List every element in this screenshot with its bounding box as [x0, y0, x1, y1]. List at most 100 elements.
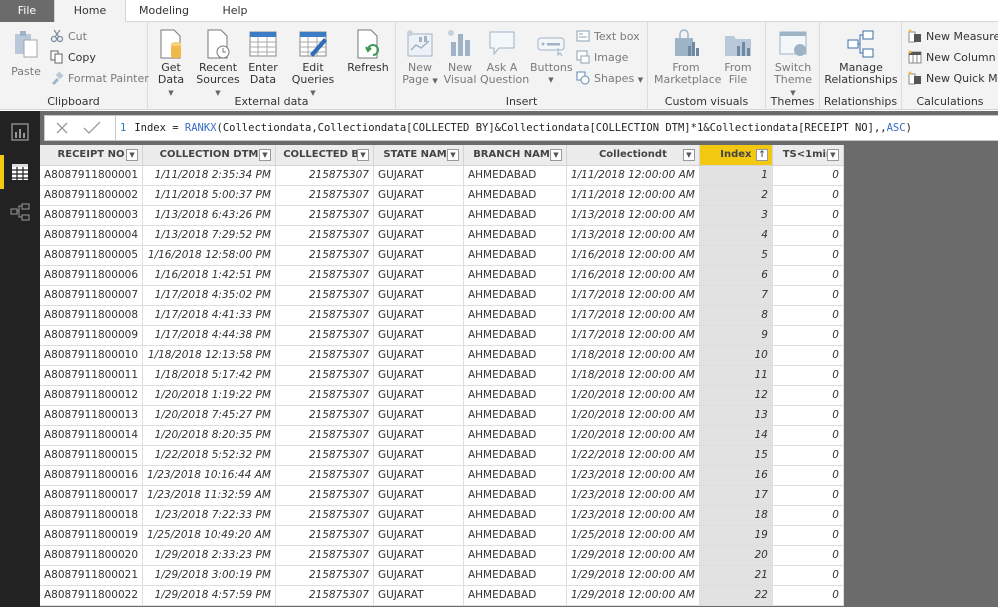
- cell-branch-name[interactable]: AHMEDABAD: [463, 585, 567, 606]
- cell-collectiondt[interactable]: 1/18/2018 12:00:00 AM: [566, 345, 700, 366]
- cell-state-name[interactable]: GUJARAT: [373, 265, 464, 286]
- model-view-button[interactable]: [0, 193, 40, 231]
- cell-ts-lt-1min[interactable]: 0: [772, 385, 844, 406]
- cell-ts-lt-1min[interactable]: 0: [772, 505, 844, 526]
- table-row[interactable]: A8087911800011 1/18/2018 5:17:42 PM 215875…: [40, 365, 844, 386]
- cell-index[interactable]: 6: [699, 265, 773, 286]
- cell-collection-dtm[interactable]: 1/29/2018 4:57:59 PM: [142, 585, 276, 606]
- cell-index[interactable]: 19: [699, 525, 773, 546]
- cell-collected-by[interactable]: 215875307: [275, 465, 374, 486]
- cell-collected-by[interactable]: 215875307: [275, 565, 374, 586]
- cell-collection-dtm[interactable]: 1/20/2018 7:45:27 PM: [142, 405, 276, 426]
- cell-state-name[interactable]: GUJARAT: [373, 565, 464, 586]
- table-row[interactable]: A8087911800017 1/23/2018 11:32:59 AM 21587…: [40, 485, 844, 506]
- cell-collected-by[interactable]: 215875307: [275, 225, 374, 246]
- commit-formula-icon[interactable]: [83, 121, 101, 135]
- formula-input[interactable]: 1 Index = RANKX(Collectiondata,Collection…: [116, 115, 998, 141]
- cell-collected-by[interactable]: 215875307: [275, 525, 374, 546]
- cell-collectiondt[interactable]: 1/23/2018 12:00:00 AM: [566, 465, 700, 486]
- cell-collected-by[interactable]: 215875307: [275, 245, 374, 266]
- cell-collected-by[interactable]: 215875307: [275, 425, 374, 446]
- cell-receipt-no[interactable]: A8087911800007: [40, 285, 144, 306]
- cell-collection-dtm[interactable]: 1/29/2018 2:33:23 PM: [142, 545, 276, 566]
- cell-state-name[interactable]: GUJARAT: [373, 185, 464, 206]
- table-row[interactable]: A8087911800003 1/13/2018 6:43:26 PM 215875…: [40, 205, 844, 226]
- table-row[interactable]: A8087911800010 1/18/2018 12:13:58 PM 21587…: [40, 345, 844, 366]
- cell-branch-name[interactable]: AHMEDABAD: [463, 305, 567, 326]
- filter-dropdown-icon[interactable]: ▼: [126, 149, 139, 161]
- cell-index[interactable]: 9: [699, 325, 773, 346]
- cell-state-name[interactable]: GUJARAT: [373, 465, 464, 486]
- cell-collected-by[interactable]: 215875307: [275, 265, 374, 286]
- cell-collectiondt[interactable]: 1/29/2018 12:00:00 AM: [566, 565, 700, 586]
- cell-branch-name[interactable]: AHMEDABAD: [463, 245, 567, 266]
- cell-collection-dtm[interactable]: 1/22/2018 5:52:32 PM: [142, 445, 276, 466]
- cell-collectiondt[interactable]: 1/13/2018 12:00:00 AM: [566, 205, 700, 226]
- shapes-button[interactable]: Shapes ▼: [576, 70, 643, 88]
- cell-collected-by[interactable]: 215875307: [275, 445, 374, 466]
- cell-receipt-no[interactable]: A8087911800021: [40, 565, 144, 586]
- edit-queries-button[interactable]: Edit Queries ▼: [290, 28, 336, 99]
- cell-collection-dtm[interactable]: 1/17/2018 4:41:33 PM: [142, 305, 276, 326]
- cell-state-name[interactable]: GUJARAT: [373, 245, 464, 266]
- column-header-collected-by[interactable]: COLLECTED BY ▼: [275, 145, 374, 166]
- cell-branch-name[interactable]: AHMEDABAD: [463, 425, 567, 446]
- cell-ts-lt-1min[interactable]: 0: [772, 465, 844, 486]
- cell-index[interactable]: 12: [699, 385, 773, 406]
- cell-collection-dtm[interactable]: 1/11/2018 2:35:34 PM: [142, 165, 276, 186]
- cell-state-name[interactable]: GUJARAT: [373, 405, 464, 426]
- cell-collected-by[interactable]: 215875307: [275, 405, 374, 426]
- table-row[interactable]: A8087911800018 1/23/2018 7:22:33 PM 215875…: [40, 505, 844, 526]
- cell-index[interactable]: 20: [699, 545, 773, 566]
- cell-state-name[interactable]: GUJARAT: [373, 585, 464, 606]
- cell-receipt-no[interactable]: A8087911800017: [40, 485, 144, 506]
- cell-collectiondt[interactable]: 1/25/2018 12:00:00 AM: [566, 525, 700, 546]
- cell-state-name[interactable]: GUJARAT: [373, 485, 464, 506]
- cell-ts-lt-1min[interactable]: 0: [772, 245, 844, 266]
- table-row[interactable]: A8087911800019 1/25/2018 10:49:20 AM 21587…: [40, 525, 844, 546]
- cell-branch-name[interactable]: AHMEDABAD: [463, 405, 567, 426]
- cell-collectiondt[interactable]: 1/16/2018 12:00:00 AM: [566, 245, 700, 266]
- column-header-receipt-no[interactable]: RECEIPT NO ▼: [40, 145, 144, 166]
- filter-dropdown-icon[interactable]: ▼: [356, 149, 369, 161]
- report-view-button[interactable]: [0, 113, 40, 151]
- cell-state-name[interactable]: GUJARAT: [373, 285, 464, 306]
- cell-index[interactable]: 14: [699, 425, 773, 446]
- get-data-button[interactable]: Get Data ▼: [154, 28, 188, 99]
- cell-receipt-no[interactable]: A8087911800019: [40, 525, 144, 546]
- enter-data-button[interactable]: Enter Data: [246, 28, 280, 86]
- sort-ascending-icon[interactable]: ↑: [755, 149, 768, 161]
- cell-ts-lt-1min[interactable]: 0: [772, 285, 844, 306]
- cell-collected-by[interactable]: 215875307: [275, 485, 374, 506]
- cell-collected-by[interactable]: 215875307: [275, 305, 374, 326]
- cell-index[interactable]: 8: [699, 305, 773, 326]
- table-row[interactable]: A8087911800013 1/20/2018 7:45:27 PM 215875…: [40, 405, 844, 426]
- cell-collectiondt[interactable]: 1/17/2018 12:00:00 AM: [566, 305, 700, 326]
- cell-state-name[interactable]: GUJARAT: [373, 385, 464, 406]
- cell-collectiondt[interactable]: 1/13/2018 12:00:00 AM: [566, 225, 700, 246]
- cell-branch-name[interactable]: AHMEDABAD: [463, 185, 567, 206]
- cell-receipt-no[interactable]: A8087911800012: [40, 385, 144, 406]
- text-box-button[interactable]: Text box: [576, 28, 640, 46]
- from-file-button[interactable]: From File: [720, 28, 756, 86]
- cell-branch-name[interactable]: AHMEDABAD: [463, 285, 567, 306]
- cell-ts-lt-1min[interactable]: 0: [772, 485, 844, 506]
- cell-state-name[interactable]: GUJARAT: [373, 205, 464, 226]
- cell-collected-by[interactable]: 215875307: [275, 285, 374, 306]
- cell-collection-dtm[interactable]: 1/17/2018 4:44:38 PM: [142, 325, 276, 346]
- cell-branch-name[interactable]: AHMEDABAD: [463, 465, 567, 486]
- cell-collectiondt[interactable]: 1/22/2018 12:00:00 AM: [566, 445, 700, 466]
- manage-relationships-button[interactable]: Manage Relationships: [824, 28, 898, 86]
- cell-collectiondt[interactable]: 1/20/2018 12:00:00 AM: [566, 405, 700, 426]
- cell-ts-lt-1min[interactable]: 0: [772, 185, 844, 206]
- cell-receipt-no[interactable]: A8087911800018: [40, 505, 144, 526]
- cell-collection-dtm[interactable]: 1/17/2018 4:35:02 PM: [142, 285, 276, 306]
- cell-collected-by[interactable]: 215875307: [275, 585, 374, 606]
- cell-ts-lt-1min[interactable]: 0: [772, 165, 844, 186]
- cell-index[interactable]: 5: [699, 245, 773, 266]
- cell-index[interactable]: 4: [699, 225, 773, 246]
- cell-ts-lt-1min[interactable]: 0: [772, 545, 844, 566]
- cell-index[interactable]: 7: [699, 285, 773, 306]
- cell-collectiondt[interactable]: 1/23/2018 12:00:00 AM: [566, 505, 700, 526]
- cell-collection-dtm[interactable]: 1/18/2018 5:17:42 PM: [142, 365, 276, 386]
